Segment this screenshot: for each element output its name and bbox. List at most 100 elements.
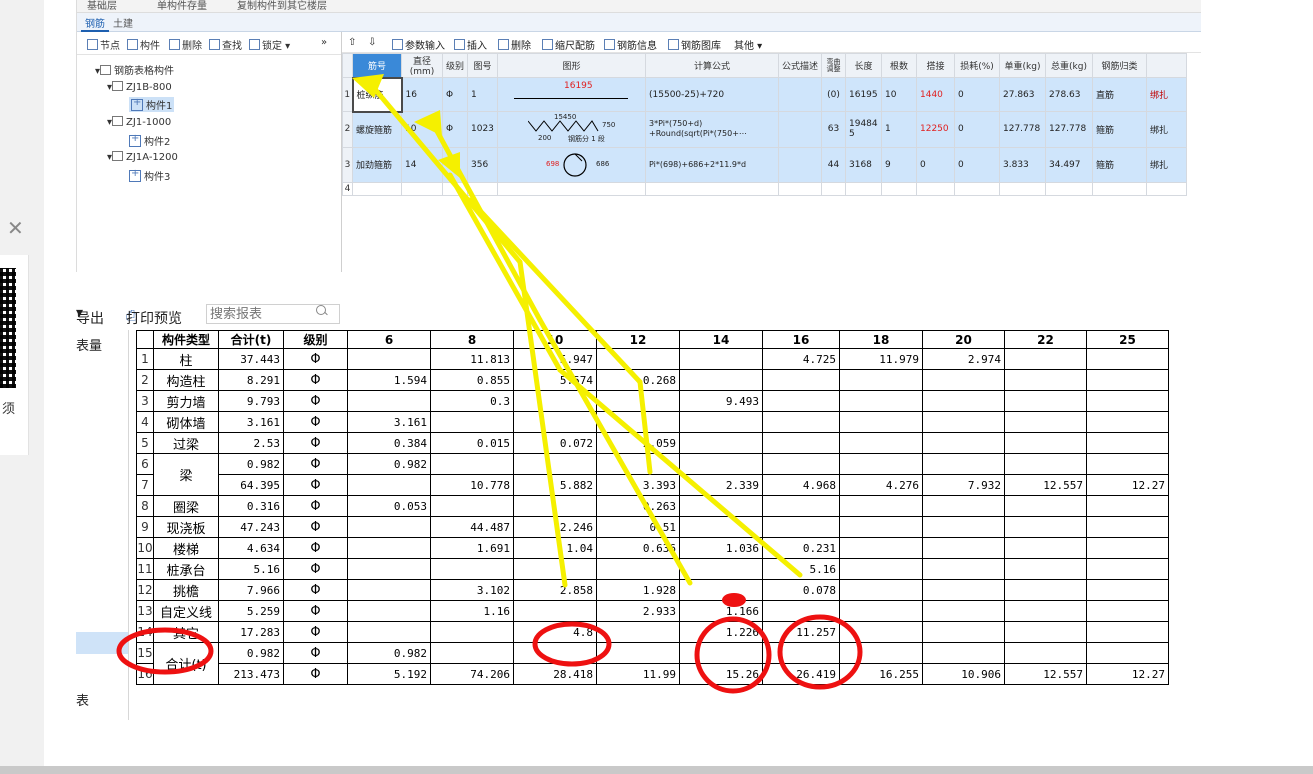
- column-header[interactable]: 单重(kg): [999, 53, 1046, 78]
- scale-rebar-button[interactable]: 缩尺配筋: [542, 37, 595, 52]
- empty-cell[interactable]: [954, 181, 1000, 196]
- close-icon[interactable]: ✕: [7, 218, 24, 238]
- figure-no-cell[interactable]: 1: [467, 77, 498, 112]
- total-weight-cell[interactable]: 278.63: [1045, 77, 1093, 112]
- tree-group-zj1-1000[interactable]: ▾ ZJ1-1000: [107, 116, 171, 128]
- empty-cell[interactable]: [467, 181, 498, 196]
- report-list-item[interactable]: 表量: [76, 335, 128, 354]
- column-header[interactable]: 级别: [442, 53, 468, 78]
- node-button[interactable]: 节点: [87, 37, 120, 52]
- empty-cell[interactable]: [1092, 181, 1147, 196]
- column-header[interactable]: 直径(mm): [401, 53, 443, 78]
- component-button[interactable]: 构件: [127, 37, 160, 52]
- rebar-row-empty[interactable]: 4: [342, 181, 1187, 196]
- empty-cell[interactable]: [1146, 181, 1187, 196]
- empty-cell[interactable]: [916, 181, 955, 196]
- unit-weight-cell[interactable]: 127.778: [999, 111, 1046, 148]
- empty-cell[interactable]: [821, 181, 846, 196]
- empty-cell[interactable]: [442, 181, 468, 196]
- loss-cell[interactable]: 0: [954, 146, 1000, 183]
- count-cell[interactable]: 10: [881, 77, 917, 112]
- count-cell[interactable]: 9: [881, 146, 917, 183]
- grade-cell[interactable]: Φ: [442, 111, 468, 148]
- param-input-button[interactable]: 参数输入: [392, 37, 445, 52]
- tie-type-cell[interactable]: 绑扎: [1146, 146, 1187, 183]
- tree-item-component-1[interactable]: 构件1: [129, 97, 175, 112]
- loss-cell[interactable]: 0: [954, 111, 1000, 148]
- rebar-name-cell[interactable]: 加劲箍筋: [352, 146, 402, 183]
- empty-cell[interactable]: [845, 181, 882, 196]
- bend-cell[interactable]: 63: [821, 111, 846, 148]
- column-header[interactable]: 图号: [467, 53, 498, 78]
- total-weight-cell[interactable]: 34.497: [1045, 146, 1093, 183]
- diameter-cell[interactable]: 16: [401, 77, 443, 112]
- figure-no-cell[interactable]: 356: [467, 146, 498, 183]
- rebar-kind-cell[interactable]: 箍筋: [1092, 111, 1147, 148]
- rebar-row[interactable]: 1 桩纵筋 16 Φ 1 16195 (15500-25)+720 (0) 16…: [342, 76, 1187, 113]
- rebar-row[interactable]: 2 螺旋箍筋 10 Φ 1023 15450 750 200 钢筋分 1 段 3…: [342, 111, 1187, 148]
- delete-button[interactable]: 删除: [169, 37, 202, 52]
- total-weight-cell[interactable]: 127.778: [1045, 111, 1093, 148]
- rebar-library-button[interactable]: 钢筋图库: [668, 37, 721, 52]
- column-header[interactable]: 损耗(%): [954, 53, 1000, 78]
- count-cell[interactable]: 1: [881, 111, 917, 148]
- tree-group-zj1b-800[interactable]: ▾ ZJ1B-800: [107, 81, 172, 93]
- tie-type-cell[interactable]: 绑扎: [1146, 77, 1187, 112]
- tree-item-component-3[interactable]: 构件3: [129, 168, 170, 183]
- column-header[interactable]: 搭接: [916, 53, 955, 78]
- bend-cell[interactable]: (0): [821, 77, 846, 112]
- grade-cell[interactable]: Φ: [442, 146, 468, 183]
- insert-button[interactable]: 插入: [454, 37, 487, 52]
- empty-cell[interactable]: [881, 181, 917, 196]
- formula-desc-cell[interactable]: [778, 111, 822, 148]
- move-down-icon[interactable]: ⇩: [368, 37, 376, 48]
- unit-weight-cell[interactable]: 3.833: [999, 146, 1046, 183]
- other-menu[interactable]: 其他 ▾: [734, 37, 762, 52]
- tie-type-cell[interactable]: 绑扎: [1146, 111, 1187, 148]
- rebar-kind-cell[interactable]: 直筋: [1092, 77, 1147, 112]
- move-up-icon[interactable]: ⇧: [348, 37, 356, 48]
- empty-cell[interactable]: [645, 181, 779, 196]
- copy-to-floors-button[interactable]: 复制构件到其它楼层: [237, 0, 327, 12]
- export-button[interactable]: 导出 ▾: [76, 305, 104, 327]
- grade-cell[interactable]: Φ: [442, 77, 468, 112]
- rebar-info-button[interactable]: 钢筋信息: [604, 37, 657, 52]
- figure-no-cell[interactable]: 1023: [467, 111, 498, 148]
- report-list-selected-item[interactable]: [76, 632, 128, 654]
- rebar-row[interactable]: 3 加劲箍筋 14 Φ 356 698 686 Pi*(698)+686+2*1…: [342, 146, 1187, 183]
- column-header[interactable]: 长度: [845, 53, 882, 78]
- shape-cell[interactable]: 16195: [497, 77, 646, 112]
- lap-cell[interactable]: 1440: [916, 77, 955, 112]
- lap-cell[interactable]: 12250: [916, 111, 955, 148]
- empty-cell[interactable]: [778, 181, 822, 196]
- empty-cell[interactable]: [352, 181, 402, 196]
- tab-civil[interactable]: 土建: [109, 15, 137, 30]
- bend-cell[interactable]: 44: [821, 146, 846, 183]
- length-cell[interactable]: 16195: [845, 77, 882, 112]
- formula-cell[interactable]: (15500-25)+720: [645, 77, 779, 112]
- column-header[interactable]: 图形: [497, 53, 646, 78]
- lock-button[interactable]: 锁定 ▾: [249, 37, 290, 52]
- formula-cell[interactable]: 3*Pi*(750+d) +Round(sqrt(Pi*(750+⋯: [645, 111, 779, 148]
- empty-cell[interactable]: [401, 181, 443, 196]
- tree-item-component-2[interactable]: 构件2: [129, 133, 170, 148]
- report-list-item[interactable]: 表: [76, 690, 89, 709]
- formula-desc-cell[interactable]: [778, 146, 822, 183]
- column-header[interactable]: 筋号: [352, 53, 402, 78]
- unit-weight-cell[interactable]: 27.863: [999, 77, 1046, 112]
- column-header[interactable]: 钢筋归类: [1092, 53, 1147, 78]
- column-header[interactable]: 总重(kg): [1045, 53, 1093, 78]
- rebar-name-cell[interactable]: 螺旋箍筋: [352, 111, 402, 148]
- delete-row-button[interactable]: 删除: [498, 37, 531, 52]
- empty-cell[interactable]: [1045, 181, 1093, 196]
- length-cell[interactable]: 19484 5: [845, 111, 882, 148]
- column-header[interactable]: 根数: [881, 53, 917, 78]
- floor-dropdown[interactable]: 基础层: [87, 0, 117, 12]
- formula-cell[interactable]: Pi*(698)+686+2*11.9*d: [645, 146, 779, 183]
- expand-icon[interactable]: »: [321, 37, 327, 48]
- loss-cell[interactable]: 0: [954, 77, 1000, 112]
- column-header[interactable]: 计算公式: [645, 53, 779, 78]
- diameter-cell[interactable]: 14: [401, 146, 443, 183]
- tree-root[interactable]: ▾ 钢筋表格构件: [95, 62, 174, 77]
- column-header[interactable]: 弯曲调整: [821, 53, 846, 78]
